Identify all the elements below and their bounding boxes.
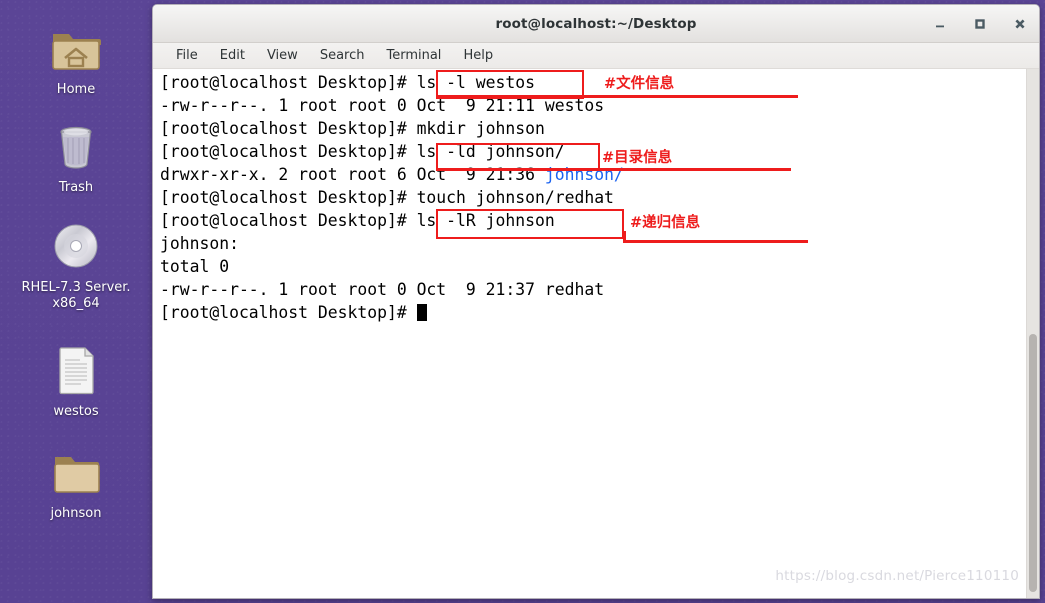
terminal-line: drwxr-xr-x. 2 root root 6 Oct 9 21:36 (160, 165, 545, 184)
folder-home-icon (48, 20, 104, 76)
terminal-line: [root@localhost Desktop]# ls -lR johnson (160, 211, 555, 230)
menu-item-file[interactable]: File (165, 46, 209, 65)
menu-item-search[interactable]: Search (309, 46, 376, 65)
terminal-line: [root@localhost Desktop]# mkdir johnson (160, 119, 545, 138)
terminal-line: total 0 (160, 257, 230, 276)
terminal-line: -rw-r--r--. 1 root root 0 Oct 9 21:37 re… (160, 280, 605, 299)
terminal-line: [root@localhost Desktop]# ls -l westos (160, 73, 545, 92)
desktop-icon-home[interactable]: Home (0, 20, 152, 98)
desktop-icon-label: johnson (50, 506, 102, 521)
annotation-underline-recursive-info (623, 240, 808, 243)
terminal-dir-name: johnson/ (544, 165, 624, 184)
window-title: root@localhost:~/Desktop (495, 15, 697, 32)
desktop-icon-westos[interactable]: westos (0, 342, 152, 420)
desktop-icon-rhel-disc[interactable]: RHEL-7.3 Server. x86_64 (0, 218, 152, 312)
desktop-icon-label: RHEL-7.3 Server. x86_64 (21, 280, 131, 311)
terminal-window: root@localhost:~/Desktop File Edit View (152, 4, 1040, 599)
window-titlebar[interactable]: root@localhost:~/Desktop (153, 5, 1039, 43)
annotation-label-recursive-info: #递归信息 (630, 215, 701, 231)
desktop-icon-label: Trash (58, 180, 94, 195)
menu-item-edit[interactable]: Edit (209, 46, 256, 65)
terminal-line: [root@localhost Desktop]# (160, 303, 417, 322)
terminal-line: [root@localhost Desktop]# touch johnson/… (160, 188, 614, 207)
terminal-line: -rw-r--r--. 1 root root 0 Oct 9 21:11 we… (160, 96, 605, 115)
terminal-line: johnson: (160, 234, 239, 253)
terminal-scrollbar[interactable] (1026, 69, 1039, 598)
menu-item-help[interactable]: Help (452, 46, 504, 65)
maximize-icon[interactable] (971, 15, 989, 33)
trash-bin-icon (48, 118, 104, 174)
watermark-text: https://blog.csdn.net/Pierce110110 (775, 568, 1019, 584)
desktop-icon-trash[interactable]: Trash (0, 118, 152, 196)
terminal-cursor (416, 304, 427, 321)
window-controls (931, 5, 1029, 43)
close-icon[interactable] (1011, 15, 1029, 33)
terminal-line: [root@localhost Desktop]# ls -ld johnson… (160, 142, 565, 161)
terminal-output-area[interactable]: [root@localhost Desktop]# ls -l westos -… (153, 69, 1039, 598)
menu-item-view[interactable]: View (256, 46, 309, 65)
menu-item-terminal[interactable]: Terminal (375, 46, 452, 65)
desktop-background: Home Trash RHEL-7.3 Server. x86_64 westo… (0, 0, 1045, 603)
folder-icon (48, 444, 104, 500)
menu-bar: File Edit View Search Terminal Help (153, 43, 1039, 69)
text-file-icon (48, 342, 104, 398)
desktop-icon-johnson[interactable]: johnson (0, 444, 152, 522)
desktop-icon-label: Home (56, 82, 96, 97)
scrollbar-thumb[interactable] (1029, 334, 1037, 592)
minimize-icon[interactable] (931, 15, 949, 33)
desktop-icon-label: westos (53, 404, 99, 419)
desktop-icon-column: Home Trash RHEL-7.3 Server. x86_64 westo… (0, 0, 152, 603)
terminal-text: [root@localhost Desktop]# ls -l westos -… (160, 71, 624, 324)
optical-disc-icon (48, 218, 104, 274)
